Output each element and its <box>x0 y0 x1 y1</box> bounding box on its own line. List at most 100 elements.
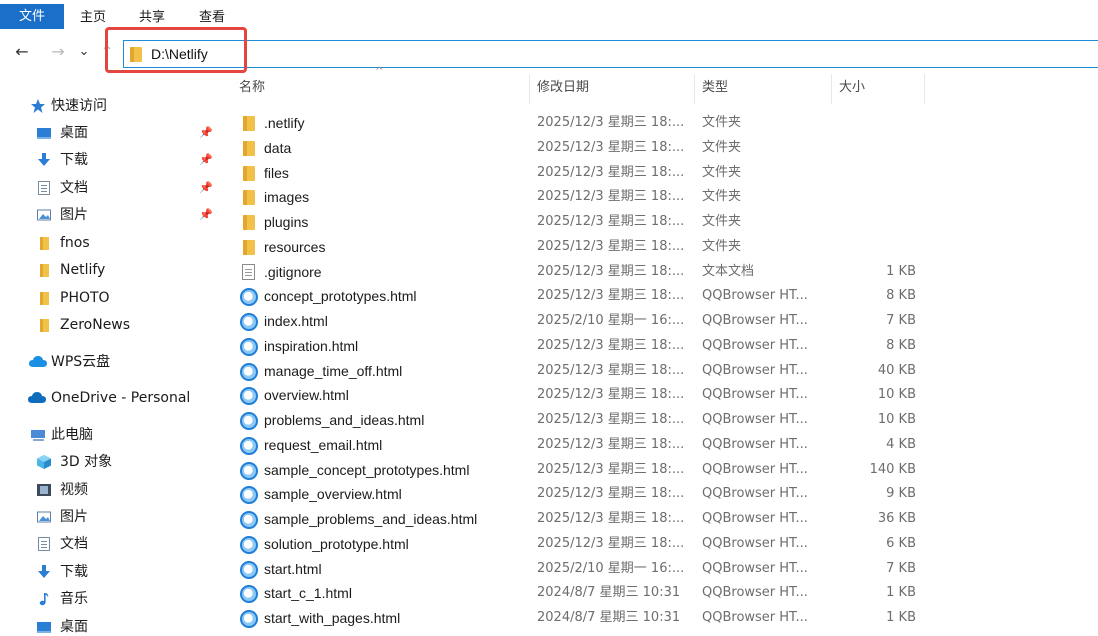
file-row[interactable]: sample_problems_and_ideas.html 2025/12/3 … <box>230 507 1098 532</box>
column-header-size[interactable]: 大小 <box>833 74 925 104</box>
back-button[interactable]: ← <box>12 41 32 63</box>
file-row[interactable]: index.html 2025/2/10 星期一 16:... QQBrowser … <box>230 309 1098 334</box>
file-type: QQBrowser HT... <box>702 486 808 502</box>
file-name[interactable]: request_email.html <box>264 433 382 457</box>
file-name[interactable]: .gitignore <box>264 260 322 284</box>
sidebar-item-pc-6[interactable]: 桌面 <box>0 615 218 636</box>
browser-html-icon <box>240 436 258 455</box>
browser-html-icon <box>240 585 258 604</box>
sidebar-item-文档[interactable]: 文档 📌 <box>0 176 218 200</box>
sidebar-item-桌面[interactable]: 桌面 📌 <box>0 121 218 145</box>
file-name[interactable]: manage_time_off.html <box>264 359 402 383</box>
file-row[interactable]: manage_time_off.html 2025/12/3 星期三 18:...… <box>230 359 1098 384</box>
file-row[interactable]: start_c_1.html 2024/8/7 星期三 10:31 QQBrowse… <box>230 581 1098 606</box>
file-size: 8 KB <box>886 337 916 353</box>
file-row[interactable]: start.html 2025/2/10 星期一 16:... QQBrowser … <box>230 557 1098 582</box>
file-row[interactable]: solution_prototype.html 2025/12/3 星期三 18:… <box>230 532 1098 557</box>
folder-icon <box>240 189 258 207</box>
file-name[interactable]: data <box>264 136 291 160</box>
file-name[interactable]: files <box>264 161 289 185</box>
file-date: 2025/12/3 星期三 18:... <box>537 486 685 502</box>
browser-html-icon <box>240 511 258 529</box>
file-name[interactable]: overview.html <box>264 383 349 407</box>
file-row[interactable]: sample_concept_prototypes.html 2025/12/3 … <box>230 458 1098 483</box>
sidebar-item-pc-0[interactable]: 3D 对象 <box>0 450 218 474</box>
file-row[interactable]: .gitignore 2025/12/3 星期三 18:... 文本文档 1 KB <box>230 260 1098 285</box>
file-date: 2024/8/7 星期三 10:31 <box>537 585 681 601</box>
sidebar-item-label: 此电脑 <box>51 427 93 443</box>
onedrive-icon <box>28 392 46 403</box>
sidebar-item-下载[interactable]: 下载 📌 <box>0 148 218 172</box>
browser-html-icon <box>240 362 258 381</box>
file-type: 文件夹 <box>702 238 742 254</box>
file-name[interactable]: .netlify <box>264 111 304 135</box>
file-date: 2025/12/3 星期三 18:... <box>537 263 685 279</box>
forward-button[interactable]: → <box>48 41 68 63</box>
file-name[interactable]: problems_and_ideas.html <box>264 408 424 432</box>
file-row[interactable]: inspiration.html 2025/12/3 星期三 18:... QQBr… <box>230 334 1098 359</box>
navigation-pane: 快速访问 桌面 📌 下载 📌 文档 📌 图片 📌 fnos Netlify PHOTO ZeroNew… <box>0 88 218 636</box>
file-row[interactable]: plugins 2025/12/3 星期三 18:... 文件夹 <box>230 210 1098 235</box>
column-header-date[interactable]: 修改日期 <box>531 74 695 104</box>
file-name[interactable]: index.html <box>264 309 328 333</box>
file-row[interactable]: concept_prototypes.html 2025/12/3 星期三 18:… <box>230 284 1098 309</box>
sidebar-item-图片[interactable]: 图片 📌 <box>0 203 218 227</box>
file-name[interactable]: solution_prototype.html <box>264 532 409 556</box>
file-date: 2025/12/3 星期三 18:... <box>537 387 685 403</box>
file-name[interactable]: sample_concept_prototypes.html <box>264 458 469 482</box>
file-name[interactable]: concept_prototypes.html <box>264 284 417 308</box>
sidebar-item-pc-4[interactable]: 下载 <box>0 560 218 584</box>
pin-icon[interactable]: 📌 <box>199 203 213 227</box>
file-name[interactable]: sample_overview.html <box>264 482 402 506</box>
pin-icon[interactable]: 📌 <box>199 121 213 145</box>
file-row[interactable]: sample_overview.html 2025/12/3 星期三 18:...… <box>230 482 1098 507</box>
file-name[interactable]: sample_problems_and_ideas.html <box>264 507 477 531</box>
file-row[interactable]: overview.html 2025/12/3 星期三 18:... QQBrows… <box>230 383 1098 408</box>
file-name[interactable]: resources <box>264 235 325 259</box>
cloud-icon <box>29 356 47 367</box>
sidebar-item-wps[interactable]: WPS云盘 <box>0 350 218 374</box>
file-size: 140 KB <box>869 461 916 477</box>
sidebar-item-label: PHOTO <box>60 290 110 306</box>
sidebar-item-netlify[interactable]: Netlify <box>0 258 218 282</box>
file-type: 文件夹 <box>702 189 742 205</box>
sidebar-item-pc-1[interactable]: 视频 <box>0 478 218 502</box>
file-row[interactable]: resources 2025/12/3 星期三 18:... 文件夹 <box>230 235 1098 260</box>
document-icon <box>36 536 52 552</box>
file-date: 2025/12/3 星期三 18:... <box>537 511 685 526</box>
sidebar-item-pc-5[interactable]: 音乐 <box>0 587 218 611</box>
file-size: 7 KB <box>886 560 916 576</box>
file-row[interactable]: .netlify 2025/12/3 星期三 18:... 文件夹 <box>230 111 1098 136</box>
sidebar-item-label: 桌面 <box>60 125 88 141</box>
file-date: 2025/12/3 星期三 18:... <box>537 164 685 180</box>
address-bar[interactable]: D:\Netlify <box>123 40 1098 68</box>
file-name[interactable]: plugins <box>264 210 308 234</box>
sidebar-item-photo[interactable]: PHOTO <box>0 286 218 310</box>
sidebar-item-pc-2[interactable]: 图片 <box>0 505 218 529</box>
file-type: QQBrowser HT... <box>702 436 808 452</box>
pin-icon[interactable]: 📌 <box>199 176 213 200</box>
sidebar-item-zeronews[interactable]: ZeroNews <box>0 313 218 337</box>
column-header-name[interactable]: 名称 <box>233 74 530 104</box>
sidebar-item-onedrive[interactable]: OneDrive - Personal <box>0 386 218 410</box>
file-name[interactable]: start.html <box>264 557 322 581</box>
sidebar-item-fnos[interactable]: fnos <box>0 231 218 255</box>
file-name[interactable]: inspiration.html <box>264 334 358 358</box>
file-date: 2025/12/3 星期三 18:... <box>537 214 685 229</box>
recent-locations-button[interactable]: ⌄ <box>76 41 92 63</box>
file-name[interactable]: images <box>264 185 309 209</box>
file-row[interactable]: start_with_pages.html 2024/8/7 星期三 10:31 Q… <box>230 606 1098 631</box>
sidebar-item-pc-3[interactable]: 文档 <box>0 532 218 556</box>
sidebar-item-this-pc[interactable]: 此电脑 <box>0 423 218 447</box>
file-name[interactable]: start_with_pages.html <box>264 606 400 630</box>
column-header-type[interactable]: 类型 <box>696 74 832 104</box>
file-row[interactable]: problems_and_ideas.html 2025/12/3 星期三 18:… <box>230 408 1098 433</box>
file-row[interactable]: request_email.html 2025/12/3 星期三 18:... QQ… <box>230 433 1098 458</box>
file-row[interactable]: files 2025/12/3 星期三 18:... 文件夹 <box>230 161 1098 186</box>
sidebar-item-quick-access[interactable]: 快速访问 <box>0 94 218 118</box>
pin-icon[interactable]: 📌 <box>199 148 213 172</box>
file-row[interactable]: images 2025/12/3 星期三 18:... 文件夹 <box>230 185 1098 210</box>
tab-file[interactable]: 文件 <box>0 4 64 29</box>
file-row[interactable]: data 2025/12/3 星期三 18:... 文件夹 <box>230 136 1098 161</box>
file-name[interactable]: start_c_1.html <box>264 581 352 605</box>
